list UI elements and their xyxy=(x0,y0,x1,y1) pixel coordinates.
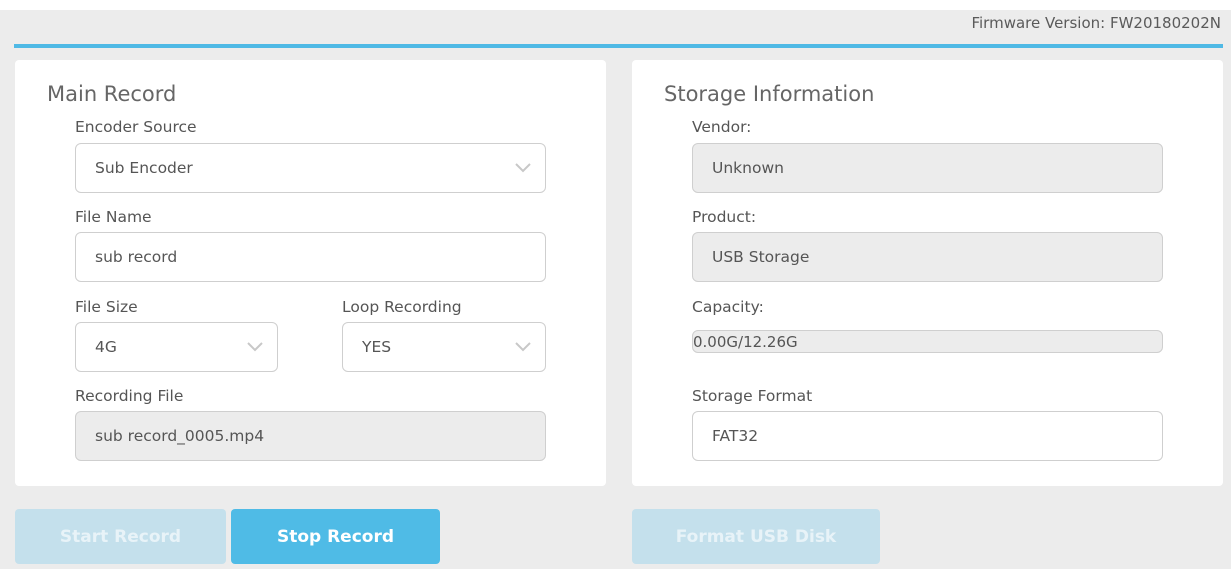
recording-file-label: Recording File xyxy=(75,387,184,405)
storage-format-field[interactable]: FAT32 xyxy=(692,411,1163,461)
storage-format-value: FAT32 xyxy=(712,427,759,445)
main-record-title: Main Record xyxy=(47,82,177,106)
storage-format-label: Storage Format xyxy=(692,387,813,405)
file-size-value: 4G xyxy=(95,338,117,356)
start-record-button[interactable]: Start Record xyxy=(15,509,226,564)
main-record-panel: Main Record Encoder Source Sub Encoder F… xyxy=(15,60,606,486)
file-name-label: File Name xyxy=(75,208,152,226)
storage-info-panel: Storage Information Vendor: Unknown Prod… xyxy=(632,60,1223,486)
file-size-label: File Size xyxy=(75,298,138,316)
chevron-down-icon xyxy=(515,163,531,173)
recording-file-value: sub record_0005.mp4 xyxy=(95,427,265,445)
loop-recording-select[interactable]: YES xyxy=(342,322,546,372)
capacity-value: 0.00G/12.26G xyxy=(693,332,798,351)
chevron-down-icon xyxy=(247,342,263,352)
vendor-field: Unknown xyxy=(692,143,1163,193)
storage-info-title: Storage Information xyxy=(664,82,875,106)
loop-recording-value: YES xyxy=(362,338,392,356)
format-usb-disk-button[interactable]: Format USB Disk xyxy=(632,509,880,564)
encoder-source-value: Sub Encoder xyxy=(95,159,193,177)
capacity-label: Capacity: xyxy=(692,298,764,316)
file-name-input[interactable]: sub record xyxy=(75,232,546,282)
stop-record-button[interactable]: Stop Record xyxy=(231,509,440,564)
file-name-value: sub record xyxy=(95,248,178,266)
firmware-version: Firmware Version: FW20180202N xyxy=(971,14,1221,32)
product-field: USB Storage xyxy=(692,232,1163,282)
vendor-label: Vendor: xyxy=(692,118,752,136)
loop-recording-label: Loop Recording xyxy=(342,298,462,316)
encoder-source-label: Encoder Source xyxy=(75,118,197,136)
encoder-source-select[interactable]: Sub Encoder xyxy=(75,143,546,193)
recording-file-field: sub record_0005.mp4 xyxy=(75,411,546,461)
product-value: USB Storage xyxy=(712,248,810,266)
chevron-down-icon xyxy=(515,342,531,352)
header-accent-bar xyxy=(14,44,1223,48)
product-label: Product: xyxy=(692,208,757,226)
vendor-value: Unknown xyxy=(712,159,784,177)
file-size-select[interactable]: 4G xyxy=(75,322,278,372)
capacity-bar: 0.00G/12.26G xyxy=(692,330,1163,353)
